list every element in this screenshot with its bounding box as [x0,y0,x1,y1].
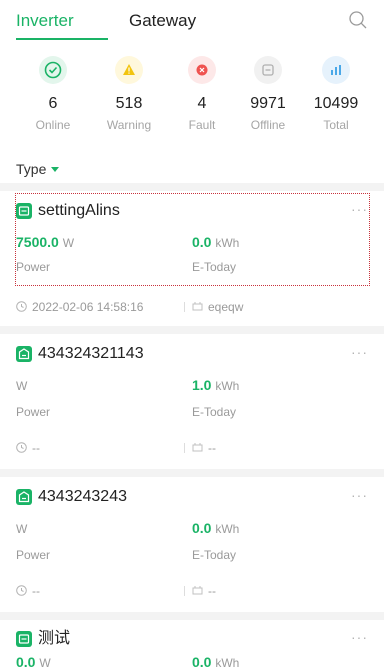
stat-warning[interactable]: 518 Warning [91,56,167,132]
device-card-header: 测试 ··· [16,629,368,651]
stat-offline[interactable]: 9971 Offline [230,56,306,132]
gateway-name: eqeqw [208,300,244,314]
device-footer: -- -- [16,439,368,457]
power-label: Power [16,260,51,274]
section-divider [0,183,384,191]
stat-total[interactable]: 10499 Total [298,56,374,132]
energy-value: 1.0 kWh [192,377,240,393]
device-card-header: 4343243243 ··· [16,487,368,509]
section-divider [0,612,384,620]
gateway-icon [192,443,203,452]
search-icon[interactable] [348,10,368,30]
device-card[interactable]: 434324321143 ··· W 1.0 kWh Power E-Today… [16,344,368,464]
gateway-icon [192,586,203,595]
status-summary: 6 Online 518 Warning 4 Fault 9971 Offlin… [0,56,384,136]
device-icon [16,346,32,362]
device-icon [16,489,32,505]
fault-icon [188,56,216,84]
last-update-time: -- [32,584,40,598]
device-icon [16,631,32,647]
gateway-name: -- [208,441,216,455]
stat-warning-value: 518 [115,95,143,112]
clock-icon [16,442,27,453]
energy-value: 0.0 kWh [192,654,240,670]
section-divider [0,326,384,334]
warning-icon [115,56,143,84]
online-icon [39,56,67,84]
device-footer: 2022-02-06 14:58:16 eqeqw [16,298,368,316]
tab-inverter[interactable]: Inverter [16,10,74,32]
device-card-header: settingAlins ··· [16,201,368,223]
footer-divider [184,443,185,453]
power-label: Power [16,405,51,419]
gateway-name: -- [208,584,216,598]
device-card[interactable]: settingAlins ··· 7500.0 W 0.0 kWh Power … [16,201,368,321]
stat-offline-value: 9971 [250,95,286,112]
type-filter[interactable]: Type [16,161,60,177]
more-icon[interactable]: ··· [351,345,368,359]
stat-fault-label: Fault [188,118,216,132]
gateway-icon [192,302,203,311]
more-icon[interactable]: ··· [351,202,368,216]
clock-icon [16,301,27,312]
stat-total-value: 10499 [313,95,359,112]
stat-warning-label: Warning [106,118,152,132]
last-update-time: 2022-02-06 14:58:16 [32,300,144,314]
device-footer: -- -- [16,582,368,600]
device-name: 4343243243 [38,488,127,505]
device-name: 测试 [38,630,71,647]
power-value: W [16,522,28,536]
footer-divider [184,302,185,312]
stat-online-value: 6 [48,95,58,112]
power-label: Power [16,548,51,562]
device-card[interactable]: 4343243243 ··· W 0.0 kWh Power E-Today -… [16,487,368,607]
power-value: 7500.0 W [16,234,75,250]
power-value: 0.0 W [16,654,51,670]
device-name: 434324321143 [38,345,144,362]
power-value: W [16,379,28,393]
stat-total-label: Total [323,118,349,132]
device-icon [16,203,32,219]
device-card[interactable]: 测试 ··· 0.0 W 0.0 kWh [16,629,368,671]
stat-fault-value: 4 [197,95,207,112]
stat-online-label: Online [35,118,71,132]
more-icon[interactable]: ··· [351,488,368,502]
offline-icon [254,56,282,84]
active-tab-indicator [16,38,108,40]
energy-value: 0.0 kWh [192,234,240,250]
more-icon[interactable]: ··· [351,630,368,644]
energy-value: 0.0 kWh [192,520,240,536]
device-card-header: 434324321143 ··· [16,344,368,366]
last-update-time: -- [32,441,40,455]
stat-fault[interactable]: 4 Fault [164,56,240,132]
stat-online[interactable]: 6 Online [15,56,91,132]
section-divider [0,469,384,477]
caret-down-icon [51,167,60,172]
total-icon [322,56,350,84]
energy-label: E-Today [192,260,237,274]
clock-icon [16,585,27,596]
stat-offline-label: Offline [250,118,286,132]
device-name: settingAlins [38,202,120,219]
type-filter-label: Type [16,161,47,177]
energy-label: E-Today [192,405,237,419]
header-tabs: Inverter Gateway [0,0,384,42]
tab-gateway[interactable]: Gateway [129,10,196,32]
energy-label: E-Today [192,548,237,562]
footer-divider [184,586,185,596]
